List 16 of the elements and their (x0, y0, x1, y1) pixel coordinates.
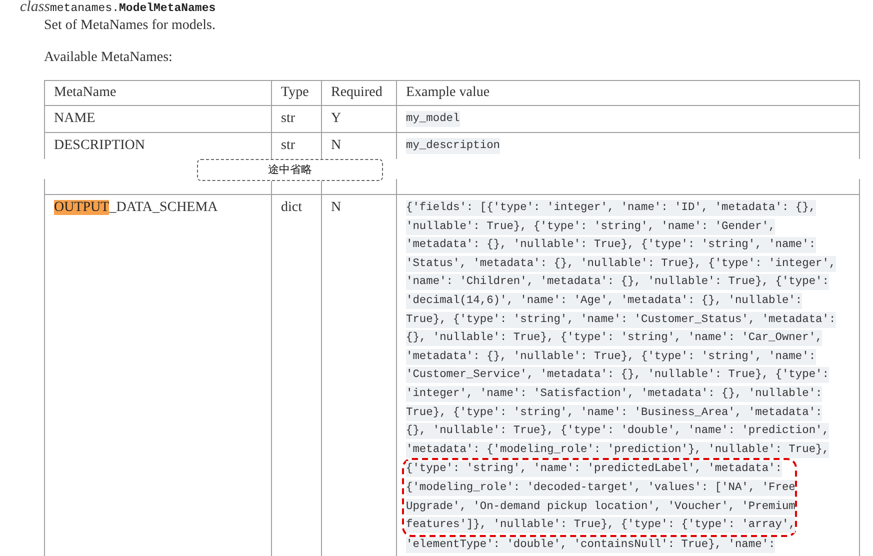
table-cell: N (322, 195, 397, 556)
table-cell: OUTPUT_DATA_SCHEMA (45, 195, 272, 556)
table-cell: str (272, 106, 322, 132)
omission-label: 途中省略 (197, 159, 383, 181)
class-module: metanames. (50, 2, 120, 15)
section-subheading: Available MetaNames: (44, 49, 174, 67)
table-cell: dict (272, 195, 322, 556)
column-header: Example value (397, 81, 860, 105)
column-header: MetaName (45, 81, 272, 105)
class-description: Set of MetaNames for models. (44, 17, 216, 35)
table-cell: Y (322, 106, 397, 132)
table-cell: NAME (45, 106, 272, 132)
column-header: Required (322, 81, 397, 105)
class-name: ModelMetaNames (119, 2, 216, 15)
column-header: Type (272, 81, 322, 105)
class-keyword: class (20, 0, 50, 15)
